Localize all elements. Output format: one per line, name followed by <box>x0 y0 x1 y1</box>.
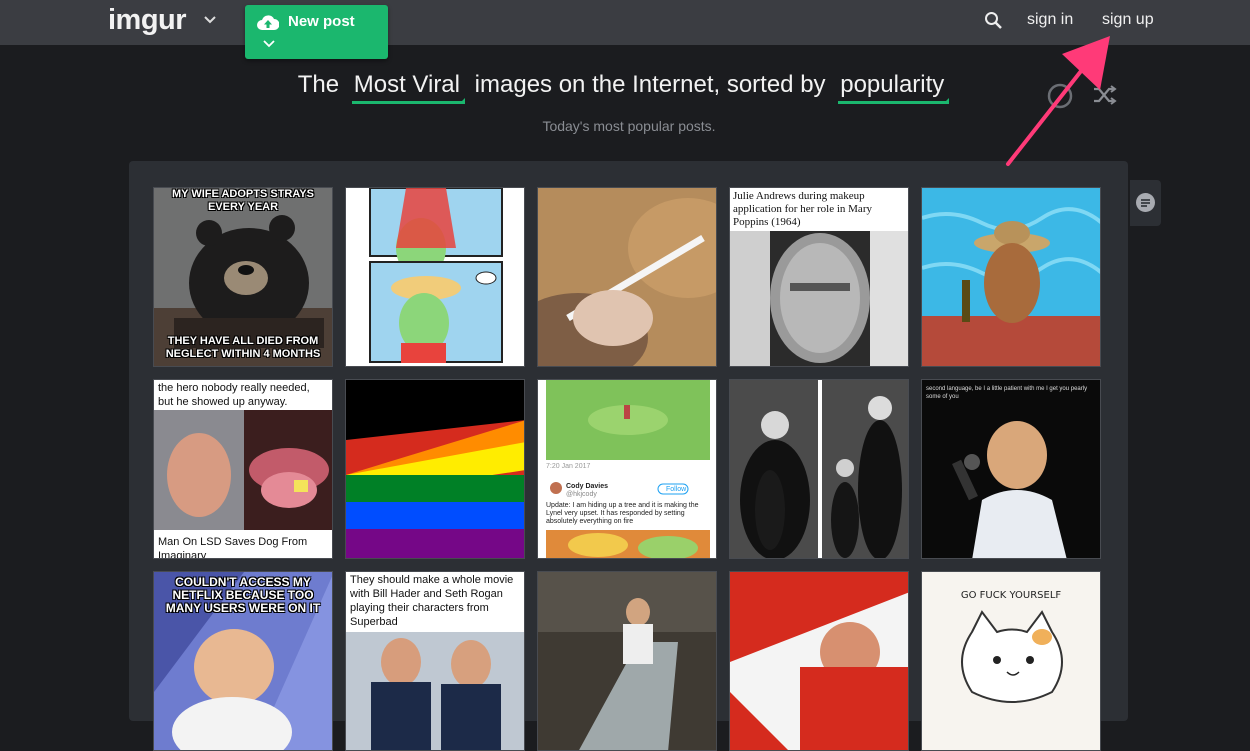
gallery-tile-pool-dog[interactable] <box>921 187 1101 367</box>
meme-bottom-text: THEY HAVE ALL DIED FROM NEGLECT WITHIN 4… <box>165 335 321 360</box>
speaker-image <box>922 380 1100 558</box>
image-bottom-caption: Man On LSD Saves Dog From Imaginary <box>154 534 332 558</box>
gallery-tile-success-kid[interactable]: COULDN'T ACCESS MY NETFLIX BECAUSE TOO M… <box>153 571 333 751</box>
flag-image <box>346 380 524 558</box>
tweet-text: Update: I am hiding up a tree and it is … <box>546 502 699 525</box>
image-caption: GO FUCK YOURSELF <box>960 590 1062 601</box>
headline-middle: images on the Internet, sorted by <box>474 71 826 98</box>
meme-text: COULDN'T ACCESS MY NETFLIX BECAUSE TOO M… <box>165 575 321 615</box>
new-post-label: New post <box>288 13 355 30</box>
image-caption: They should make a whole movie with Bill… <box>346 572 524 630</box>
gallery-tile-office[interactable] <box>537 571 717 751</box>
chevron-down-icon[interactable] <box>202 12 218 28</box>
tweet-name: Cody Davies <box>566 483 609 490</box>
gallery-tile-bear-meme[interactable]: MY WIFE ADOPTS STRAYS EVERY YEAR THEY HA… <box>153 187 333 367</box>
addams-image <box>730 380 908 558</box>
canada-image <box>730 572 908 750</box>
cloud-upload-icon <box>257 15 279 30</box>
sign-in-link[interactable]: sign in <box>1027 11 1073 29</box>
section-filter-dropdown[interactable]: Most Viral <box>351 71 466 104</box>
imgur-logo[interactable]: imgur <box>108 4 187 37</box>
gallery-tile-tweet[interactable]: 7:20 Jan 2017 Cody Davies @hkjcody Follo… <box>537 379 717 559</box>
pool-dog-image <box>922 188 1100 366</box>
gallery-tile-cat-drawing[interactable]: GO FUCK YOURSELF <box>921 571 1101 751</box>
meme-top-text: MY WIFE ADOPTS STRAYS EVERY YEAR <box>171 188 314 213</box>
gallery-tile-pencil[interactable] <box>537 187 717 367</box>
gallery-tile-speaker[interactable]: second language, be I a little patient w… <box>921 379 1101 559</box>
gallery-tile-superbad[interactable]: They should make a whole movie with Bill… <box>345 571 525 751</box>
image-caption: second language, be I a little patient w… <box>926 386 1088 400</box>
tweet-date: 7:20 Jan 2017 <box>546 463 591 470</box>
comic-image <box>369 188 503 363</box>
chevron-down-icon[interactable] <box>262 38 276 50</box>
gallery-tile-makeup[interactable]: Julie Andrews during makeup application … <box>729 187 909 367</box>
image-caption: Julie Andrews during makeup application … <box>730 188 908 231</box>
chat-tab[interactable] <box>1130 180 1161 226</box>
annotation-arrow <box>1006 36 1110 166</box>
pencil-image <box>538 188 716 366</box>
gallery-tile-comic[interactable] <box>345 187 525 367</box>
tweet-handle: @hkjcody <box>566 491 597 498</box>
tweet-follow: Follow <box>666 486 687 493</box>
gallery-tile-flag[interactable] <box>345 379 525 559</box>
sign-up-link[interactable]: sign up <box>1102 11 1154 29</box>
gallery-tile-lsd-meme[interactable]: the hero nobody really needed, but he sh… <box>153 379 333 559</box>
office-image <box>538 572 716 750</box>
sort-filter-dropdown[interactable]: popularity <box>838 71 950 104</box>
new-post-button[interactable]: New post <box>245 5 388 59</box>
image-top-caption: the hero nobody really needed, but he sh… <box>154 380 332 410</box>
chat-icon <box>1136 193 1155 212</box>
gallery-tile-addams[interactable] <box>729 379 909 559</box>
headline-prefix: The <box>297 71 340 98</box>
gallery-tile-canada[interactable] <box>729 571 909 751</box>
